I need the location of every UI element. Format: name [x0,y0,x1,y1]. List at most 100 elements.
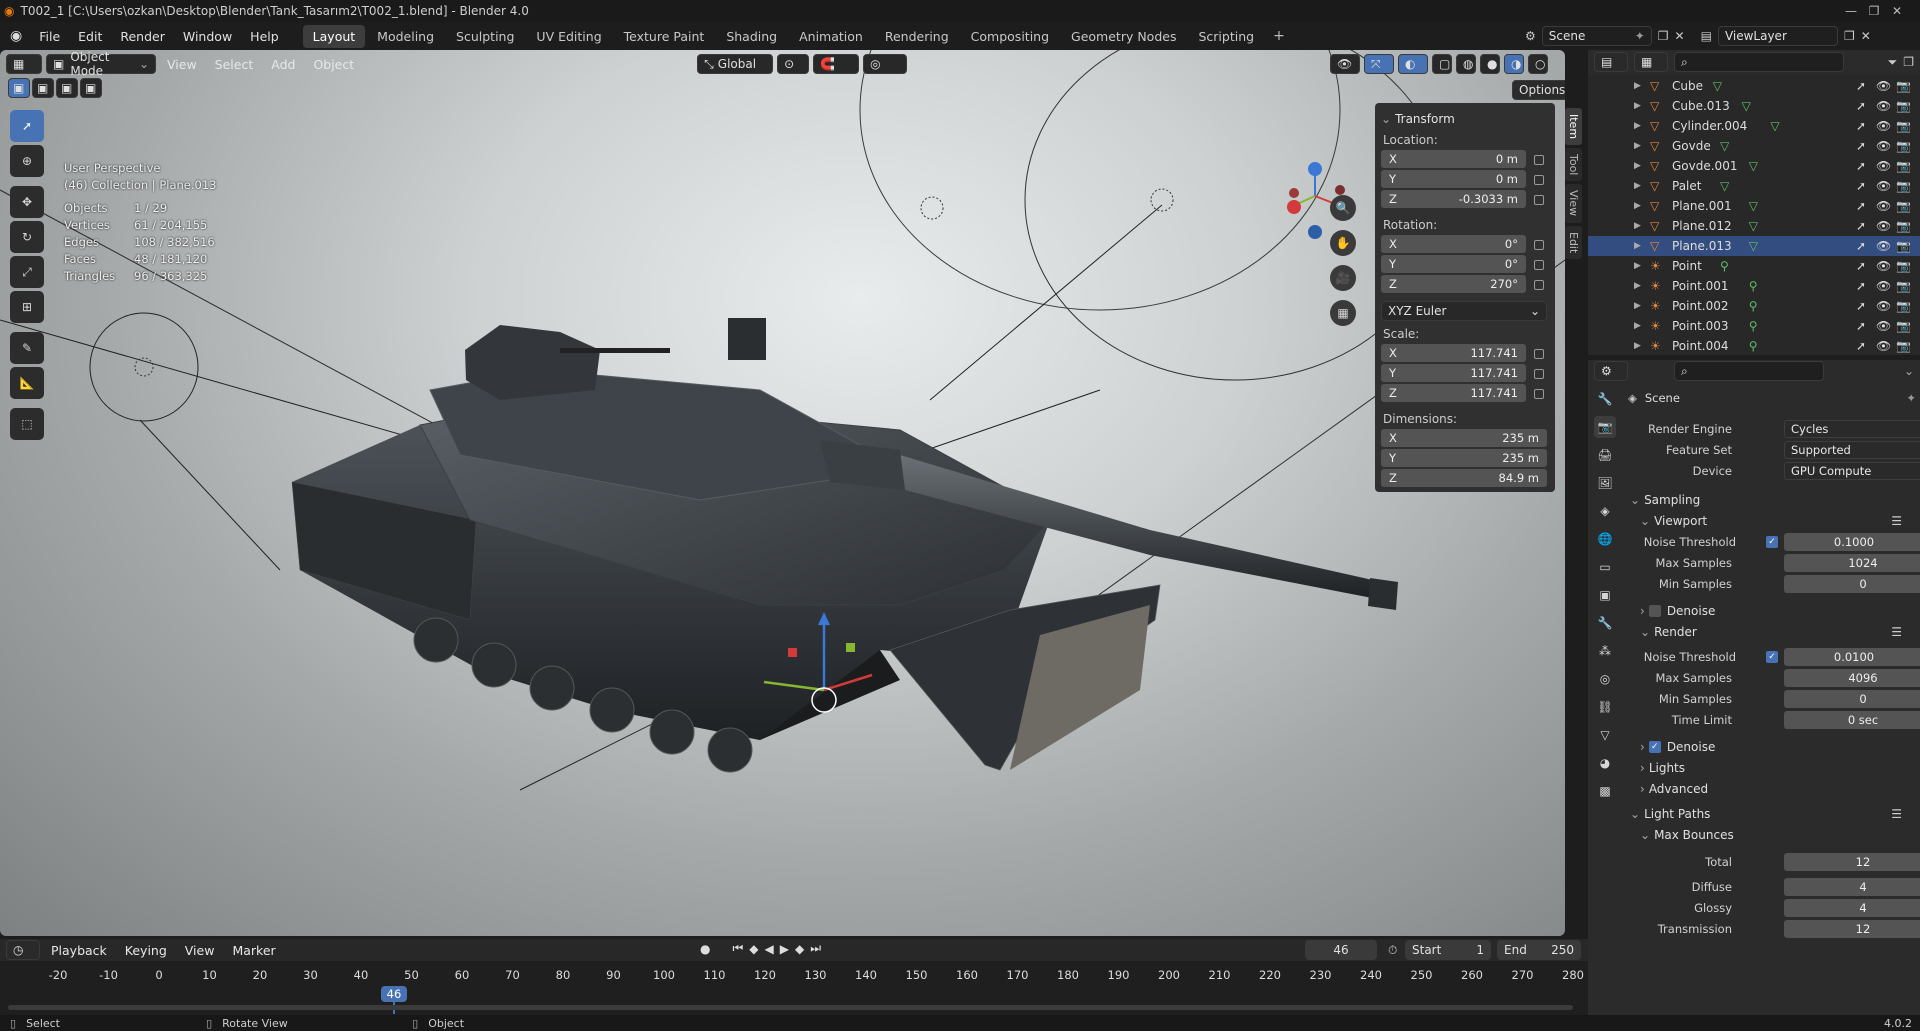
disclosure-arrow-icon[interactable]: ▶ [1634,221,1641,231]
transform-orientation-selector[interactable]: ⤡ Global [697,54,774,74]
render-min-samples-field[interactable]: 0 [1784,689,1920,708]
outliner-display-mode[interactable]: ▦ [1634,52,1668,72]
camera-render-icon[interactable]: 📷 [1896,119,1911,133]
lock-icon[interactable] [1534,195,1544,205]
xray-toggle[interactable]: ▢ [1432,54,1452,74]
camera-render-icon[interactable]: 📷 [1896,99,1911,113]
properties-search-input[interactable]: ⌕ [1674,361,1824,381]
location-y-field[interactable]: Y0 m [1381,170,1526,188]
camera-render-icon[interactable]: 📷 [1896,159,1911,173]
render-subpanel-header[interactable]: ⌄ Render ☰ [1626,621,1916,642]
list-icon[interactable]: ☰ [1891,807,1902,821]
diffuse-bounces-field[interactable]: 4 [1784,877,1920,896]
annotate-tool[interactable]: ✎ [10,332,44,364]
current-frame-field[interactable]: 46 [1305,940,1377,960]
camera-render-icon[interactable]: 📷 [1896,319,1911,333]
tab-rendering[interactable]: Rendering [875,25,959,48]
new-view-layer-icon[interactable]: ❐ [1844,29,1855,43]
lock-icon[interactable] [1534,369,1544,379]
selectable-toggle-icon[interactable]: ➚ [1856,99,1866,113]
total-bounces-field[interactable]: 12 [1784,852,1920,871]
dimension-x-field[interactable]: X 235 m [1381,429,1547,447]
scale-y-field[interactable]: Y 117.741 [1381,364,1526,382]
tool-properties-icon[interactable]: 🔧 [1594,388,1616,410]
viewport-menu-object[interactable]: Object [306,57,361,72]
eye-icon[interactable]: 👁 [1876,319,1891,333]
add-workspace-icon[interactable]: + [1265,28,1293,44]
glossy-bounces-field[interactable]: 4 [1784,898,1920,917]
dimension-z-field[interactable]: Z 84.9 m [1381,469,1547,487]
selectable-toggle-icon[interactable]: ➚ [1856,219,1866,233]
grid-icon[interactable]: ▦ [1330,300,1356,326]
render-noise-threshold-field[interactable]: 0.0100 [1784,647,1920,666]
snap-toggle[interactable]: 🧲 [813,54,860,74]
gizmo-toggle[interactable]: ⤧ [1364,54,1394,74]
scene-properties-icon[interactable]: ◈ [1594,500,1616,522]
camera-render-icon[interactable]: 📷 [1896,299,1911,313]
lock-icon[interactable] [1534,389,1544,399]
disclosure-arrow-icon[interactable]: ▶ [1634,261,1641,271]
pan-hand-icon[interactable]: ✋ [1330,230,1356,256]
timeline-menu-playback[interactable]: Playback [44,943,114,958]
disclosure-arrow-icon[interactable]: ▶ [1634,161,1641,171]
play-reverse-icon[interactable]: ◀ [765,942,774,956]
stopwatch-icon[interactable]: ⏱ [1388,943,1397,958]
selectable-toggle-icon[interactable]: ➚ [1856,179,1866,193]
transform-tool[interactable]: ⊞ [10,291,44,323]
rotate-tool[interactable]: ↻ [10,221,44,253]
lock-icon[interactable] [1534,349,1544,359]
outliner-row[interactable]: ▶ ☀ Point ⚲ ➚ 👁 📷 [1588,256,1920,276]
delete-scene-icon[interactable]: ✕ [1675,29,1685,43]
view-layer-properties-icon[interactable]: 🖼 [1594,472,1616,494]
chevron-down-icon[interactable]: ⌄ [1904,364,1914,378]
selection-mode-buttons[interactable]: ▣ ▣ ▣ ▣ [8,78,102,98]
next-keyframe-icon[interactable]: ◆ [795,942,804,956]
render-engine-dropdown[interactable]: Cycles [1784,419,1920,438]
tab-uv-editing[interactable]: UV Editing [526,25,611,48]
menu-file[interactable]: File [30,29,69,44]
output-properties-icon[interactable]: 🖨 [1594,444,1616,466]
data-properties-icon[interactable]: ▽ [1594,724,1616,746]
disclosure-arrow-icon[interactable]: ▶ [1634,341,1641,351]
prev-keyframe-icon[interactable]: ◆ [749,942,758,956]
viewport-noise-threshold-field[interactable]: 0.1000 [1784,532,1920,551]
eye-icon[interactable]: 👁 [1876,339,1891,353]
disclosure-arrow-icon[interactable]: ▶ [1634,81,1641,91]
add-cube-tool[interactable]: ⬚ [10,408,44,440]
play-icon[interactable]: ▶ [780,942,789,956]
tab-texture-paint[interactable]: Texture Paint [614,25,715,48]
eye-icon[interactable]: 👁 [1876,279,1891,293]
eye-icon[interactable]: 👁 [1876,179,1891,193]
outliner-row[interactable]: ▶ ☀ Point.002 ⚲ ➚ 👁 📷 [1588,296,1920,316]
camera-render-icon[interactable]: 📷 [1896,239,1911,253]
eye-icon[interactable]: 👁 [1876,159,1891,173]
scene-selector[interactable]: Scene ✦ [1541,26,1652,46]
scale-x-field[interactable]: X 117.741 [1381,344,1526,362]
list-icon[interactable]: ☰ [1891,514,1902,528]
menu-help[interactable]: Help [241,29,288,44]
camera-render-icon[interactable]: 📷 [1896,219,1911,233]
measure-tool[interactable]: 📐 [10,367,44,399]
location-z-field[interactable]: Z -0.3033 m [1381,190,1526,208]
3d-viewport[interactable]: ▦ ▣ Object Mode ⌄ View Select Add Object ⤡… [0,50,1565,936]
rotation-z-field[interactable]: Z 270° [1381,275,1526,293]
overlay-toggle[interactable]: ◐ [1398,54,1428,74]
select-extend-icon[interactable]: ▣ [32,78,54,98]
rotation-mode-selector[interactable]: XYZ Euler ⌄ [1381,301,1547,321]
timeline-menu-keying[interactable]: Keying [118,943,174,958]
disclosure-arrow-icon[interactable]: ▶ [1634,241,1641,251]
solid-shading-button[interactable]: ● [1480,54,1500,74]
selectable-toggle-icon[interactable]: ➚ [1856,159,1866,173]
eye-icon[interactable]: 👁 [1876,199,1891,213]
selectable-toggle-icon[interactable]: ➚ [1856,79,1866,93]
dimension-y-field[interactable]: Y 235 m [1381,449,1547,467]
sampling-panel-header[interactable]: ⌄ Sampling [1626,489,1916,510]
viewport-min-samples-field[interactable]: 0 [1784,574,1920,593]
location-x-field[interactable]: X0 m [1381,150,1526,168]
outliner-row[interactable]: ▶ ☀ Point.003 ⚲ ➚ 👁 📷 [1588,316,1920,336]
outliner-row[interactable]: ▶ ▽ Cube ▽ ➚ 👁 📷 [1588,76,1920,96]
outliner-row[interactable]: ▶ ☀ Point.004 ⚲ ➚ 👁 📷 [1588,336,1920,356]
selectable-toggle-icon[interactable]: ➚ [1856,299,1866,313]
scale-tool[interactable]: ⤢ [10,256,44,288]
eye-icon[interactable]: 👁 [1876,219,1891,233]
